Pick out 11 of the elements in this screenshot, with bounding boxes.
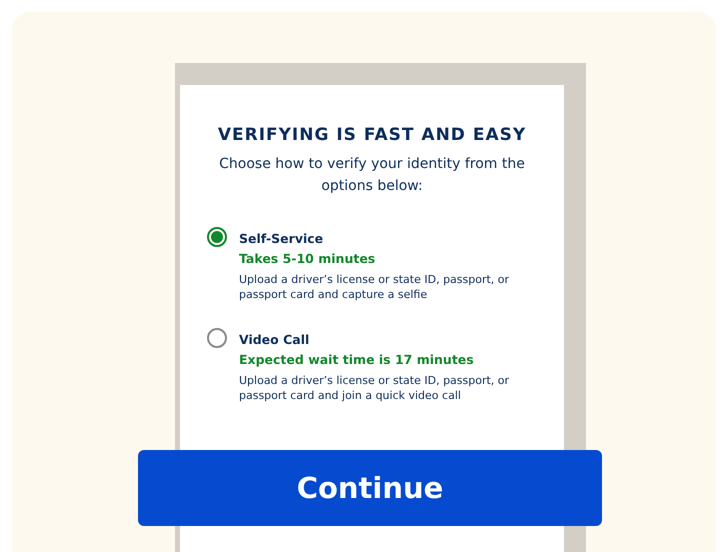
option-title: Video Call bbox=[239, 332, 310, 347]
heading: VERIFYING IS FAST AND EASY bbox=[218, 125, 526, 145]
option-description: Upload a driver’s license or state ID, passport, or passport card and join a quick video call bbox=[239, 373, 510, 403]
subheading: Choose how to verify your identity from the options below: bbox=[218, 155, 526, 196]
continue-button[interactable]: Continue bbox=[138, 450, 602, 526]
option-time: Takes 5-10 minutes bbox=[239, 251, 376, 266]
option-time: Expected wait time is 17 minutes bbox=[239, 352, 475, 367]
radio-button[interactable] bbox=[207, 328, 227, 348]
option-title: Self-Service bbox=[239, 231, 324, 246]
option-description: Upload a driver’s license or state ID, passport, or passport card and capture a selfie bbox=[239, 272, 510, 302]
radio-button[interactable] bbox=[207, 227, 227, 247]
